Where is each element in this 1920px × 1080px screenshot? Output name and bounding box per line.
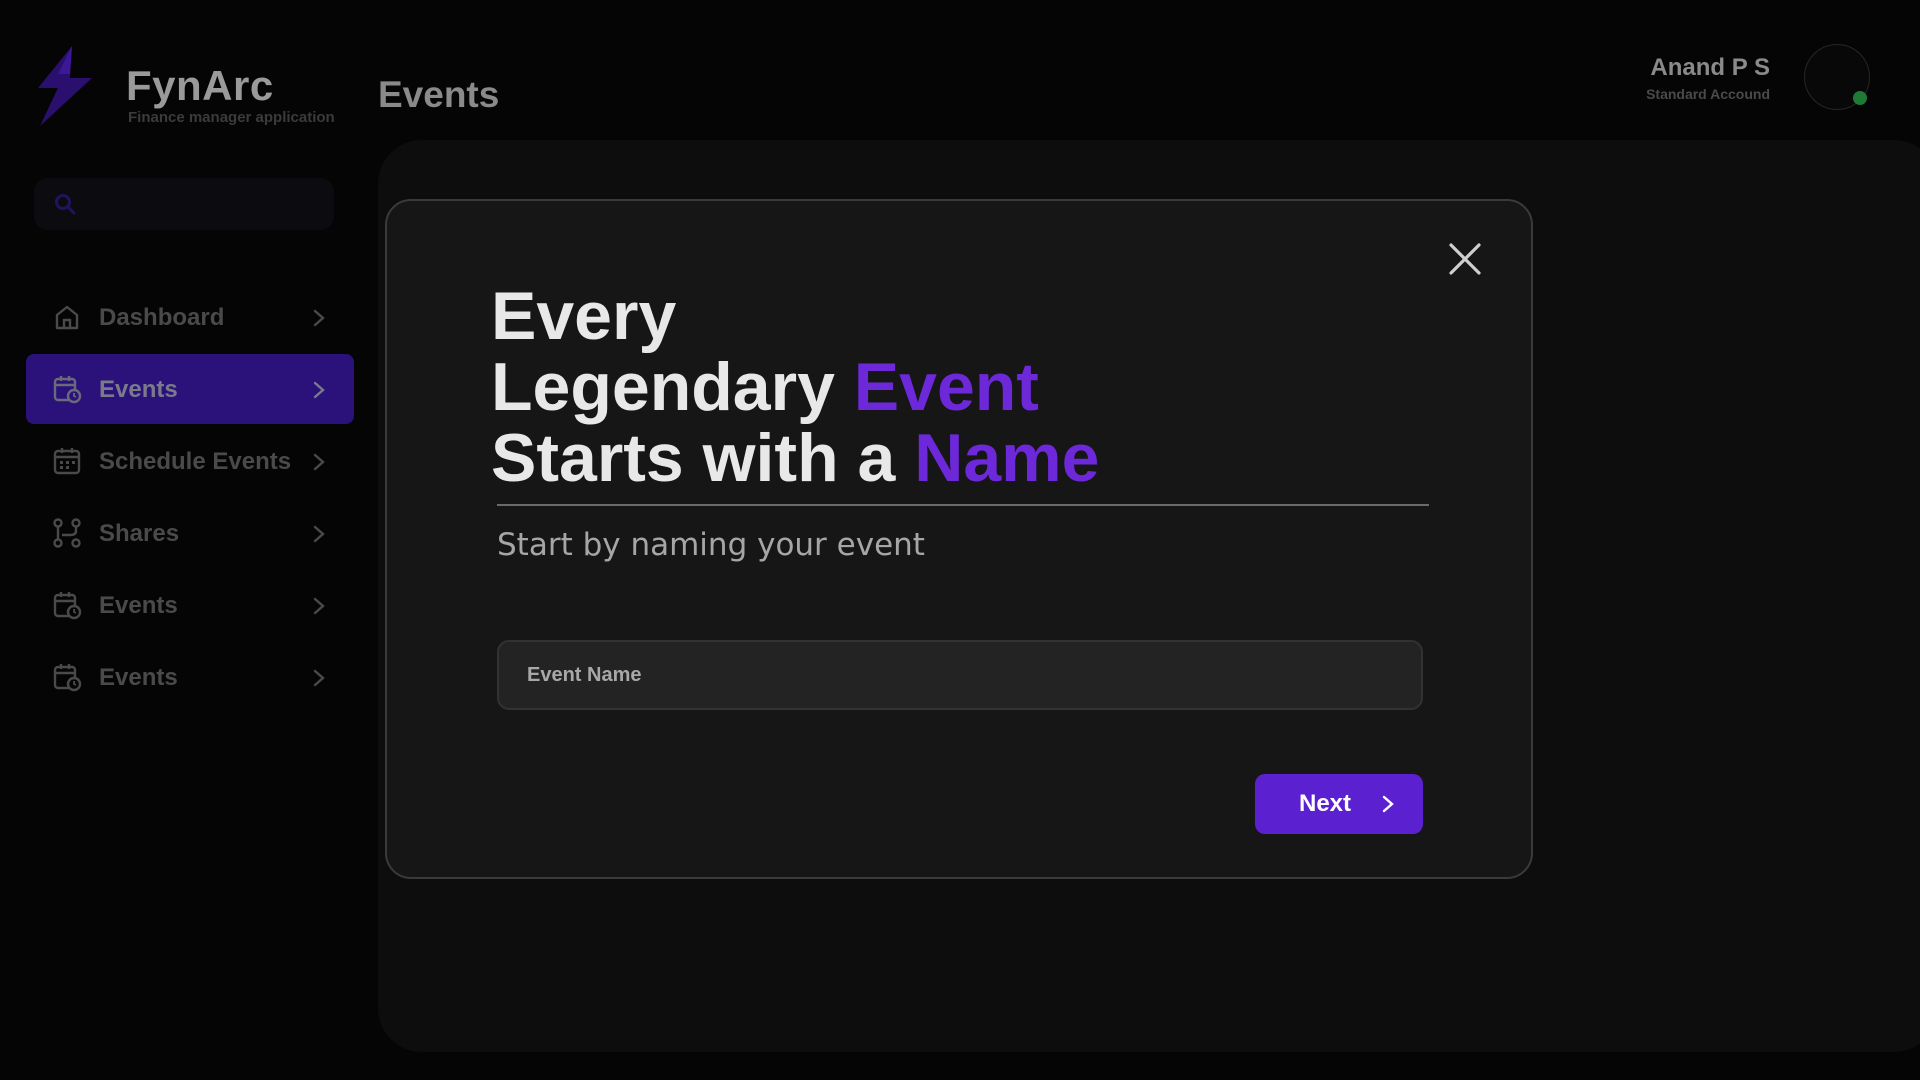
sidebar-item-events-2[interactable]: Events <box>26 570 354 640</box>
chevron-right-icon <box>313 309 325 327</box>
sidebar-item-events-3[interactable]: Events <box>26 642 354 712</box>
next-button[interactable]: Next <box>1255 774 1423 834</box>
chevron-right-icon <box>313 453 325 471</box>
home-icon <box>55 305 79 330</box>
share-nodes-icon <box>53 518 81 548</box>
search-input[interactable] <box>86 186 316 222</box>
headline-line-3-prefix: Starts with a <box>491 420 915 496</box>
brand: FynArc Finance manager application <box>28 44 358 134</box>
sidebar-item-label: Events <box>99 376 178 403</box>
create-event-modal: Every Legendary Event Starts with a Name… <box>385 199 1533 879</box>
sidebar-item-dashboard[interactable]: Dashboard <box>26 282 354 352</box>
chevron-right-icon <box>313 381 325 399</box>
user-name: Anand P S <box>1650 54 1770 81</box>
event-name-input[interactable] <box>497 640 1423 710</box>
calendar-clock-icon <box>53 376 82 404</box>
headline-accent-event: Event <box>853 349 1039 425</box>
sidebar-search[interactable] <box>34 178 334 230</box>
modal-headline: Every Legendary Event Starts with a Name <box>491 281 1099 494</box>
chevron-right-icon <box>1382 795 1394 813</box>
chevron-right-icon <box>313 525 325 543</box>
headline-line-2-prefix: Legendary <box>491 349 854 425</box>
user-account-type: Standard Accound <box>1646 86 1770 102</box>
calendar-grid-icon <box>53 448 81 475</box>
calendar-clock-icon <box>53 664 82 692</box>
sidebar-item-label: Schedule Events <box>99 448 292 475</box>
close-icon[interactable] <box>1445 239 1485 279</box>
sidebar-item-label: Events <box>99 664 178 691</box>
app-name: FynArc <box>126 62 274 109</box>
search-icon <box>55 194 76 215</box>
sidebar-item-schedule-events[interactable]: Schedule Events <box>26 426 354 496</box>
lightning-logo-icon <box>38 46 92 126</box>
headline-accent-name: Name <box>914 420 1100 496</box>
chevron-right-icon <box>313 597 325 615</box>
sidebar-item-label: Events <box>99 592 178 619</box>
next-button-label: Next <box>1299 790 1352 817</box>
sidebar-item-events[interactable]: Events <box>26 354 354 424</box>
avatar[interactable] <box>1804 44 1870 110</box>
online-status-indicator <box>1853 91 1867 105</box>
calendar-clock-icon <box>53 592 82 620</box>
app-tagline: Finance manager application <box>128 109 335 126</box>
chevron-right-icon <box>313 669 325 687</box>
user-profile[interactable]: Anand P S Standard Accound <box>1610 44 1870 114</box>
page-title: Events <box>378 74 500 115</box>
headline-line-1: Every <box>491 278 677 354</box>
sidebar-item-label: Dashboard <box>99 304 225 331</box>
modal-subtitle: Start by naming your event <box>497 527 925 563</box>
headline-divider <box>497 504 1429 506</box>
sidebar-item-label: Shares <box>99 520 180 547</box>
sidebar-nav: Dashboard Events Schedule Events Shares … <box>26 282 354 714</box>
sidebar-item-shares[interactable]: Shares <box>26 498 354 568</box>
